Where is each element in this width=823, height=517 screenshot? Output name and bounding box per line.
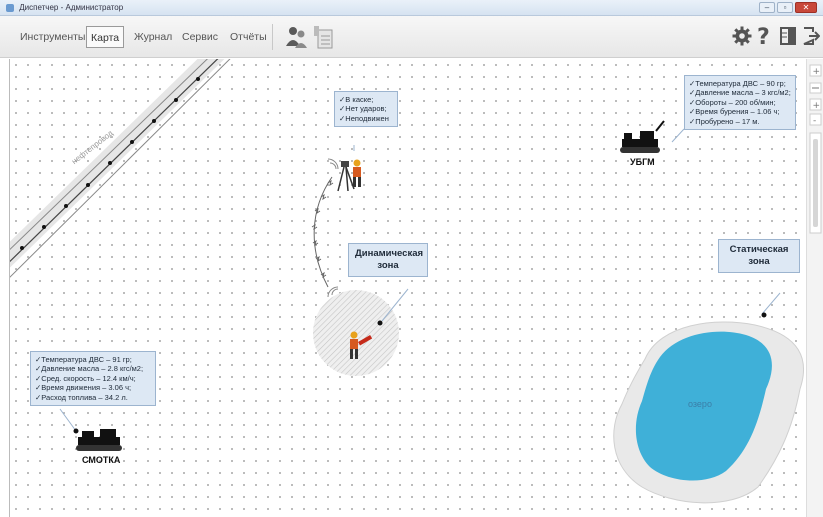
smotka-stat: Температура ДВС – 91 гр;: [35, 355, 151, 364]
svg-text:?: ?: [757, 25, 770, 48]
worker-status-item: В каске;: [339, 95, 393, 104]
ubgm-stat: Время бурения – 1.06 ч;: [689, 107, 791, 116]
toolbar-separator: [272, 24, 273, 50]
smotka-stat: Время движения – 3.06 ч;: [35, 383, 151, 392]
map-canvas[interactable]: нефтепровод В каске; Нет ударов; Неподви…: [10, 59, 806, 517]
smotka-label: СМОТКА: [82, 455, 121, 465]
window-titlebar: Диспетчер - Администратор – ▫ ✕: [0, 0, 823, 16]
ubgm-info-box: Температура ДВС – 90 гр; Давление масла …: [684, 75, 796, 131]
report-icon[interactable]: [312, 24, 334, 50]
pipeline[interactable]: [10, 59, 250, 287]
worker-status-item: Нет ударов;: [339, 104, 393, 113]
window-controls: – ▫ ✕: [759, 2, 817, 13]
zoom-out-button[interactable]: +: [809, 98, 822, 111]
panel-icon[interactable]: [780, 27, 796, 45]
smotka-vehicle-icon[interactable]: [73, 428, 123, 452]
worker-surveyor[interactable]: [337, 159, 361, 192]
menu-map[interactable]: Карта: [86, 26, 125, 48]
ubgm-stat: Температура ДВС – 90 гр;: [689, 79, 791, 88]
smotka-callout: [59, 408, 77, 432]
map-zoom-bar: + + -: [806, 59, 823, 517]
question-icon[interactable]: ?: [756, 24, 772, 48]
worker-status-item: Неподвижен: [339, 114, 393, 123]
menu-service[interactable]: Сервис: [178, 26, 222, 48]
minimize-button[interactable]: –: [759, 2, 775, 13]
static-zone-label: Статическая зона: [718, 239, 800, 273]
dynamic-zone-label: Динамическая зона: [348, 243, 428, 277]
ubgm-stat: Давление масла – 3 кгс/м2;: [689, 88, 791, 97]
ubgm-stat: Пробурено – 17 м.: [689, 117, 791, 126]
exit-icon[interactable]: [802, 26, 820, 46]
svg-text:+: +: [813, 101, 821, 111]
dynamic-zone-subtitle: зона: [377, 260, 399, 271]
window-title: Диспетчер - Администратор: [19, 3, 124, 12]
wifi-icon: [327, 158, 339, 298]
signal-path: [311, 176, 334, 288]
static-zone-subtitle: зона: [748, 256, 770, 267]
smotka-info-box: Температура ДВС – 91 гр; Давление масла …: [30, 351, 156, 407]
menu-reports[interactable]: Отчёты: [226, 26, 271, 48]
ubgm-stat: Обороты – 200 об/мин;: [689, 98, 791, 107]
static-zone-title: Статическая: [729, 244, 789, 255]
smotka-stat: Давление масла – 2.8 кгс/м2;: [35, 364, 151, 373]
dynamic-zone-title: Динамическая: [355, 248, 424, 259]
svg-text:+: +: [813, 67, 821, 77]
zoom-slider[interactable]: [809, 132, 822, 234]
lake-label: озеро: [688, 399, 712, 409]
worker-status-box: В каске; Нет ударов; Неподвижен: [334, 91, 398, 128]
maximize-button[interactable]: ▫: [777, 2, 793, 13]
zoom-level-button[interactable]: [809, 82, 822, 94]
smotka-stat: Сред. скорость – 12.4 км/ч;: [35, 374, 151, 383]
zoom-in-button[interactable]: +: [809, 64, 822, 77]
ubgm-label: УБГМ: [630, 157, 655, 167]
minus-button[interactable]: -: [809, 113, 822, 126]
static-zone-callout: [761, 292, 781, 315]
close-button[interactable]: ✕: [795, 2, 817, 13]
static-zone-marker: [761, 312, 767, 318]
gear-icon[interactable]: [732, 26, 752, 46]
toolbar: Инструменты Карта Журнал Сервис Отчёты ?: [0, 16, 823, 58]
ubgm-callout: [671, 128, 685, 143]
smotka-stat: Расход топлива – 34.2 л.: [35, 393, 151, 402]
app-icon: [6, 3, 14, 12]
svg-text:-: -: [813, 116, 816, 126]
users-icon[interactable]: [285, 24, 309, 50]
menu-journal[interactable]: Журнал: [130, 26, 176, 48]
lake[interactable]: [613, 321, 804, 504]
ubgm-vehicle-icon[interactable]: [620, 120, 665, 153]
menu-tools[interactable]: Инструменты: [16, 26, 89, 48]
